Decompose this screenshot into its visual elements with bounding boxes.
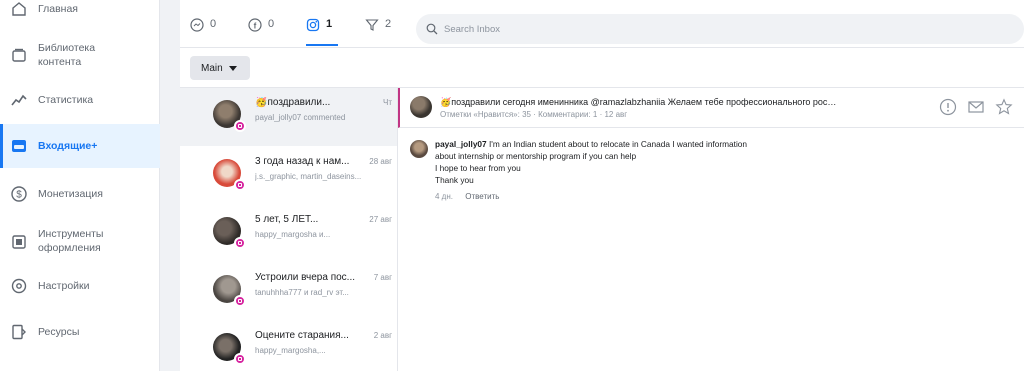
conversation-item[interactable]: 3 года назад к нам... j.s._graphic, mart… (180, 147, 397, 205)
conversation-title: Оцените старания... (255, 330, 349, 341)
sidebar-item-label: Настройки (38, 280, 90, 292)
resources-icon (10, 323, 28, 341)
dropdown-label: Main (201, 62, 223, 74)
post-meta: Отметки «Нравится»: 35 · Комментарии: 1 … (440, 110, 628, 119)
caret-down-icon (228, 65, 237, 71)
comment-line: I'm an Indian student about to relocate … (488, 139, 748, 149)
star-button[interactable] (994, 97, 1014, 117)
main-panel: 0 f 0 1 2 Main (180, 0, 1024, 371)
inbox-tab-bar: 0 f 0 1 2 (180, 0, 1024, 48)
alert-icon (939, 98, 957, 116)
avatar[interactable] (410, 140, 428, 158)
instagram-badge-icon (234, 120, 246, 132)
tab-filter[interactable]: 2 (365, 12, 391, 46)
search-input[interactable] (444, 23, 1004, 35)
conversation-date: 27 авг (369, 215, 392, 224)
creative-tools-icon (10, 233, 28, 251)
sidebar-item-home[interactable]: Главная (0, 0, 160, 20)
instagram-badge-icon (234, 353, 246, 365)
sidebar-item-label: Входящие+ (38, 140, 98, 152)
sidebar: Главная Библиотека контента Статистика В… (0, 0, 160, 371)
post-header: 🥳поздравили сегодня именинника @ramazlab… (398, 88, 1024, 128)
conversation-title: 5 лет, 5 ЛЕТ... (255, 214, 319, 225)
search-icon (426, 23, 438, 35)
conversation-item[interactable]: 🥳поздравили... payal_jolly07 commented Ч… (180, 88, 397, 146)
conversation-subtitle: tanuhhha777 и rad_rv эт... (255, 288, 349, 297)
settings-icon (10, 277, 28, 295)
tab-facebook[interactable]: f 0 (248, 12, 274, 46)
sidebar-item-label: Главная (38, 3, 78, 15)
post-thumbnail[interactable] (410, 96, 432, 118)
tab-count: 2 (385, 18, 392, 30)
sidebar-item-label: Статистика (38, 94, 94, 106)
star-icon (995, 98, 1013, 115)
inbox-icon (10, 137, 28, 155)
tab-messenger[interactable]: 0 (190, 12, 216, 46)
stats-icon (10, 91, 28, 109)
message-button[interactable] (966, 97, 986, 117)
sidebar-item-label: Инструменты оформления (38, 228, 104, 254)
svg-text:$: $ (16, 190, 22, 201)
reply-button[interactable]: Ответить (465, 192, 499, 201)
search-box[interactable] (416, 14, 1024, 44)
conversation-list: 🥳поздравили... payal_jolly07 commented Ч… (180, 88, 398, 371)
conversation-title: 🥳поздравили... (255, 97, 331, 108)
conversation-date: Чт (383, 98, 392, 107)
tab-count: 1 (326, 18, 333, 30)
comment-line: about internship or mentorship program i… (435, 151, 637, 161)
report-button[interactable] (938, 97, 958, 117)
home-icon (10, 0, 28, 18)
sidebar-item-monetization[interactable]: $ Монетизация (0, 182, 160, 206)
comment-body: payal_jolly07 I'm an Indian student abou… (435, 138, 835, 186)
conversation-item[interactable]: Устроили вчера пос... tanuhhha777 и rad_… (180, 263, 397, 321)
app-root: Главная Библиотека контента Статистика В… (0, 0, 1024, 371)
tab-count: 0 (268, 18, 275, 30)
instagram-badge-icon (234, 237, 246, 249)
sidebar-item-label: Монетизация (38, 188, 103, 200)
comment-line: I hope to hear from you (435, 163, 521, 173)
sidebar-item-creative-tools[interactable]: Инструменты оформления (0, 222, 160, 262)
folder-dropdown[interactable]: Main (190, 56, 250, 80)
conversation-item[interactable]: Оцените старания... happy_margosha,... 2… (180, 321, 397, 371)
sidebar-item-inbox[interactable]: Входящие+ (0, 124, 160, 168)
conversation-title: 3 года назад к нам... (255, 156, 350, 167)
conversation-subtitle: happy_margosha и... (255, 230, 331, 239)
sidebar-item-settings[interactable]: Настройки (0, 274, 160, 298)
instagram-badge-icon (234, 295, 246, 307)
envelope-icon (968, 101, 984, 113)
facebook-icon: f (248, 18, 262, 32)
sidebar-item-label: Ресурсы (38, 326, 80, 338)
sidebar-item-label: Библиотека контента (38, 42, 96, 68)
comment-author[interactable]: payal_jolly07 (435, 139, 487, 149)
conversation-date: 2 авг (373, 331, 392, 340)
conversation-title: Устроили вчера пос... (255, 272, 356, 283)
content-library-icon (10, 47, 28, 65)
conversation-date: 7 авг (373, 273, 392, 282)
tab-instagram[interactable]: 1 (306, 12, 338, 46)
svg-text:f: f (254, 22, 257, 31)
conversation-subtitle: happy_margosha,... (255, 346, 326, 355)
conversation-subtitle: payal_jolly07 commented (255, 113, 346, 122)
sidebar-item-resources[interactable]: Ресурсы (0, 320, 160, 344)
tab-count: 0 (210, 18, 217, 30)
instagram-icon (306, 18, 320, 32)
conversation-item[interactable]: 5 лет, 5 ЛЕТ... happy_margosha и... 27 а… (180, 205, 397, 263)
comment-footer: 4 дн. Ответить (435, 192, 499, 201)
conversation-date: 28 авг (369, 157, 392, 166)
filter-bar: Main (180, 48, 1024, 88)
comment-line: Thank you (435, 175, 474, 185)
conversation-subtitle: j.s._graphic, martin_daseins... (255, 172, 362, 181)
filter-icon (365, 19, 379, 31)
comment-time: 4 дн. (435, 192, 453, 201)
post-title[interactable]: 🥳поздравили сегодня именинника @ramazlab… (440, 97, 840, 108)
sidebar-item-content-library[interactable]: Библиотека контента (0, 36, 160, 76)
conversation-detail: 🥳поздравили сегодня именинника @ramazlab… (398, 88, 1024, 371)
dollar-icon: $ (10, 185, 28, 203)
sidebar-item-stats[interactable]: Статистика (0, 88, 160, 112)
instagram-badge-icon (234, 179, 246, 191)
messenger-icon (190, 18, 204, 32)
